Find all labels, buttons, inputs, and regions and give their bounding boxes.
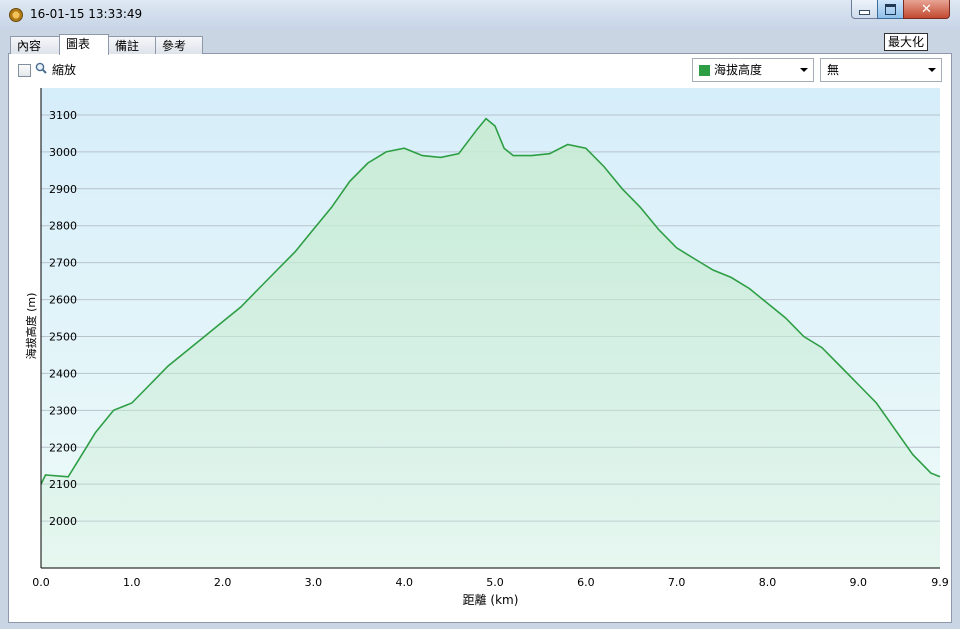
y-tick-label: 2500 [49, 330, 77, 343]
x-tick-label: 9.9 [931, 576, 949, 589]
y-tick-label: 2900 [49, 183, 77, 196]
y-tick-label: 3000 [49, 146, 77, 159]
y-tick-label: 2800 [49, 220, 77, 233]
y-axis-label: 海拔高度 (m) [24, 293, 38, 360]
x-axis-label: 距離 (km) [463, 593, 519, 607]
elevation-chart: 2000 2100 2200 2300 2400 2500 2600 2700 2800 2900… [24, 88, 949, 607]
x-tick-label: 6.0 [577, 576, 595, 589]
y-tick-label: 2400 [49, 367, 77, 380]
x-tick-label: 3.0 [305, 576, 323, 589]
x-tick-label: 9.0 [850, 576, 868, 589]
y-tick-label: 2300 [49, 404, 77, 417]
y-tick-label: 3100 [49, 109, 77, 122]
x-tick-label: 2.0 [214, 576, 232, 589]
x-tick-labels: 0.0 1.0 2.0 3.0 4.0 5.0 6.0 7.0 8.0 9.0 9.9 [32, 576, 949, 589]
x-tick-label: 1.0 [123, 576, 141, 589]
x-tick-label: 8.0 [759, 576, 777, 589]
y-tick-label: 2000 [49, 515, 77, 528]
y-tick-label: 2200 [49, 441, 77, 454]
y-tick-label: 2600 [49, 294, 77, 307]
x-tick-label: 0.0 [32, 576, 50, 589]
y-tick-label: 2100 [49, 478, 77, 491]
y-tick-label: 2700 [49, 257, 77, 270]
x-tick-label: 7.0 [668, 576, 686, 589]
tab-chart[interactable]: 圖表 [59, 34, 109, 55]
x-tick-label: 4.0 [395, 576, 413, 589]
x-tick-label: 5.0 [486, 576, 504, 589]
